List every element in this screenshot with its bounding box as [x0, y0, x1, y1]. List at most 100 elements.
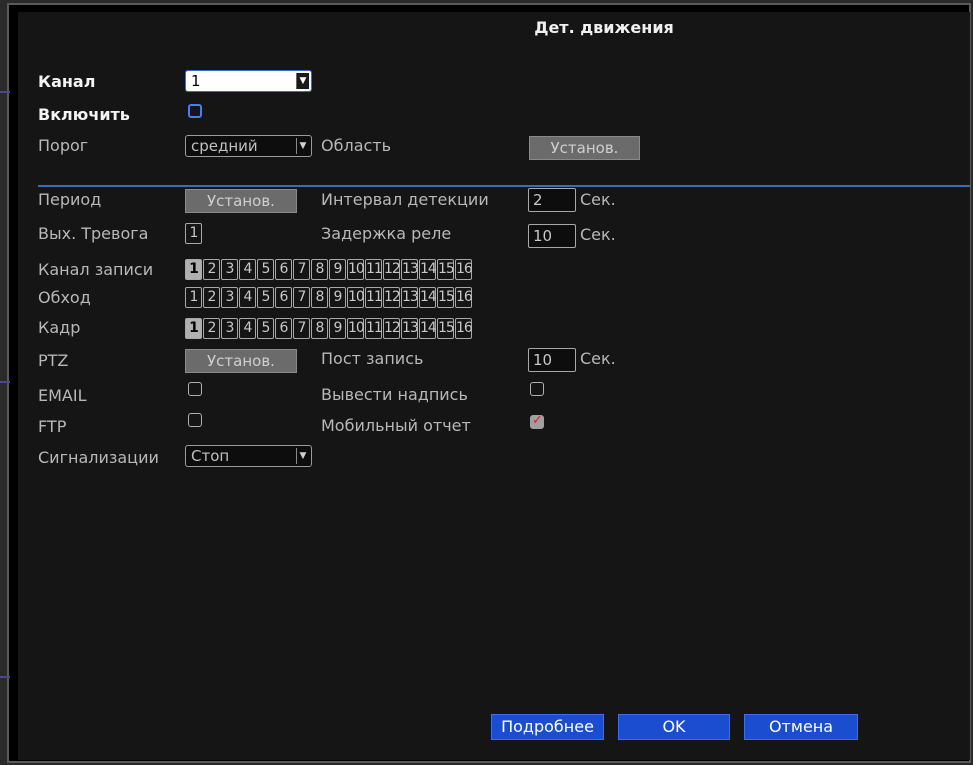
channel-label: Канал — [38, 72, 96, 91]
chevron-down-icon: ▼ — [296, 73, 309, 89]
tour-channel-3[interactable]: 3 — [221, 287, 238, 308]
tour-channel-6[interactable]: 6 — [275, 287, 292, 308]
show-text-label: Вывести надпись — [321, 385, 468, 404]
chevron-down-icon: ▼ — [296, 448, 309, 464]
area-label: Область — [321, 136, 392, 155]
ftp-checkbox[interactable] — [188, 413, 202, 427]
record-channel-2[interactable]: 2 — [203, 259, 220, 280]
tour-channel-12[interactable]: 12 — [383, 287, 401, 308]
motion-detection-dialog: Дет. движения Канал 1 ▼ Включить Порог с… — [18, 12, 970, 760]
tour-channel-14[interactable]: 14 — [419, 287, 437, 308]
dialog-title: Дет. движения — [534, 18, 674, 37]
record-channel-12[interactable]: 12 — [383, 259, 401, 280]
tour-channel-4[interactable]: 4 — [239, 287, 256, 308]
record-channel-4[interactable]: 4 — [239, 259, 256, 280]
tour-channel-5[interactable]: 5 — [257, 287, 274, 308]
tour-row: 1 2 3 4 5 6 7 8 9 10 11 12 13 14 15 16 — [185, 287, 473, 308]
interval-label: Интервал детекции — [321, 190, 489, 209]
alarm-value: Стоп — [191, 447, 230, 465]
tour-channel-1[interactable]: 1 — [185, 287, 202, 308]
record-channel-10[interactable]: 10 — [347, 259, 365, 280]
post-record-unit: Сек. — [580, 349, 616, 368]
record-channel-1[interactable]: 1 — [185, 259, 202, 280]
separator — [38, 185, 970, 187]
tour-channel-2[interactable]: 2 — [203, 287, 220, 308]
snapshot-channel-4[interactable]: 4 — [239, 318, 256, 339]
area-setup-button[interactable]: Установ. — [529, 136, 640, 160]
edge-tick — [0, 676, 10, 678]
channel-value: 1 — [191, 72, 201, 90]
ok-button[interactable]: OK — [618, 714, 730, 740]
tour-channel-7[interactable]: 7 — [293, 287, 310, 308]
relay-delay-input[interactable]: 10 — [528, 224, 576, 248]
snapshot-channel-10[interactable]: 10 — [347, 318, 365, 339]
relay-delay-label: Задержка реле — [321, 224, 452, 243]
record-channel-row: 1 2 3 4 5 6 7 8 9 10 11 12 13 14 15 16 — [185, 259, 473, 280]
period-setup-button[interactable]: Установ. — [185, 189, 297, 213]
snapshot-channel-16[interactable]: 16 — [455, 318, 473, 339]
record-channel-8[interactable]: 8 — [311, 259, 328, 280]
tour-channel-15[interactable]: 15 — [437, 287, 455, 308]
snapshot-channel-12[interactable]: 12 — [383, 318, 401, 339]
tour-channel-11[interactable]: 11 — [365, 287, 383, 308]
edge-tick — [0, 91, 10, 93]
threshold-label: Порог — [38, 136, 89, 155]
alarm-out-toggle[interactable]: 1 — [185, 223, 202, 244]
record-channel-11[interactable]: 11 — [365, 259, 383, 280]
tour-channel-10[interactable]: 10 — [347, 287, 365, 308]
tour-channel-9[interactable]: 9 — [329, 287, 346, 308]
cancel-button[interactable]: Отмена — [744, 714, 858, 740]
ftp-label: FTP — [38, 417, 67, 436]
snapshot-channel-6[interactable]: 6 — [275, 318, 292, 339]
snapshot-channel-3[interactable]: 3 — [221, 318, 238, 339]
snapshot-row: 1 2 3 4 5 6 7 8 9 10 11 12 13 14 15 16 — [185, 318, 473, 339]
record-channel-13[interactable]: 13 — [401, 259, 419, 280]
record-channel-9[interactable]: 9 — [329, 259, 346, 280]
ptz-label: PTZ — [38, 351, 69, 370]
show-text-checkbox[interactable] — [530, 382, 544, 396]
snapshot-label: Кадр — [38, 318, 81, 337]
mobile-report-checkbox[interactable] — [530, 413, 544, 429]
record-channel-16[interactable]: 16 — [455, 259, 473, 280]
snapshot-channel-5[interactable]: 5 — [257, 318, 274, 339]
snapshot-channel-7[interactable]: 7 — [293, 318, 310, 339]
post-record-input[interactable]: 10 — [528, 348, 576, 372]
mobile-report-label: Мобильный отчет — [321, 416, 471, 435]
snapshot-channel-11[interactable]: 11 — [365, 318, 383, 339]
snapshot-channel-2[interactable]: 2 — [203, 318, 220, 339]
interval-unit: Сек. — [580, 190, 616, 209]
tour-channel-8[interactable]: 8 — [311, 287, 328, 308]
record-channel-5[interactable]: 5 — [257, 259, 274, 280]
tour-label: Обход — [38, 288, 91, 307]
relay-delay-unit: Сек. — [580, 225, 616, 244]
snapshot-channel-9[interactable]: 9 — [329, 318, 346, 339]
record-channel-6[interactable]: 6 — [275, 259, 292, 280]
threshold-value: средний — [191, 137, 258, 155]
record-channel-3[interactable]: 3 — [221, 259, 238, 280]
email-checkbox[interactable] — [188, 382, 202, 396]
edge-tick — [0, 381, 10, 383]
tour-channel-16[interactable]: 16 — [455, 287, 473, 308]
details-button[interactable]: Подробнее — [491, 714, 604, 740]
record-channel-7[interactable]: 7 — [293, 259, 310, 280]
chevron-down-icon: ▼ — [296, 138, 309, 154]
alarm-out-label: Вых. Тревога — [38, 224, 149, 243]
alarm-label: Сигнализации — [38, 448, 159, 467]
ptz-setup-button[interactable]: Установ. — [185, 349, 297, 373]
snapshot-channel-15[interactable]: 15 — [437, 318, 455, 339]
threshold-select[interactable]: средний ▼ — [185, 135, 312, 157]
enable-checkbox[interactable] — [188, 104, 202, 118]
snapshot-channel-1[interactable]: 1 — [185, 318, 202, 339]
tour-channel-13[interactable]: 13 — [401, 287, 419, 308]
post-record-label: Пост запись — [321, 349, 424, 368]
snapshot-channel-14[interactable]: 14 — [419, 318, 437, 339]
channel-select[interactable]: 1 ▼ — [185, 70, 312, 92]
snapshot-channel-13[interactable]: 13 — [401, 318, 419, 339]
record-channel-14[interactable]: 14 — [419, 259, 437, 280]
record-channel-15[interactable]: 15 — [437, 259, 455, 280]
email-label: EMAIL — [38, 386, 87, 405]
snapshot-channel-8[interactable]: 8 — [311, 318, 328, 339]
period-label: Период — [38, 190, 102, 209]
interval-input[interactable]: 2 — [528, 188, 576, 212]
alarm-select[interactable]: Стоп ▼ — [185, 445, 312, 467]
